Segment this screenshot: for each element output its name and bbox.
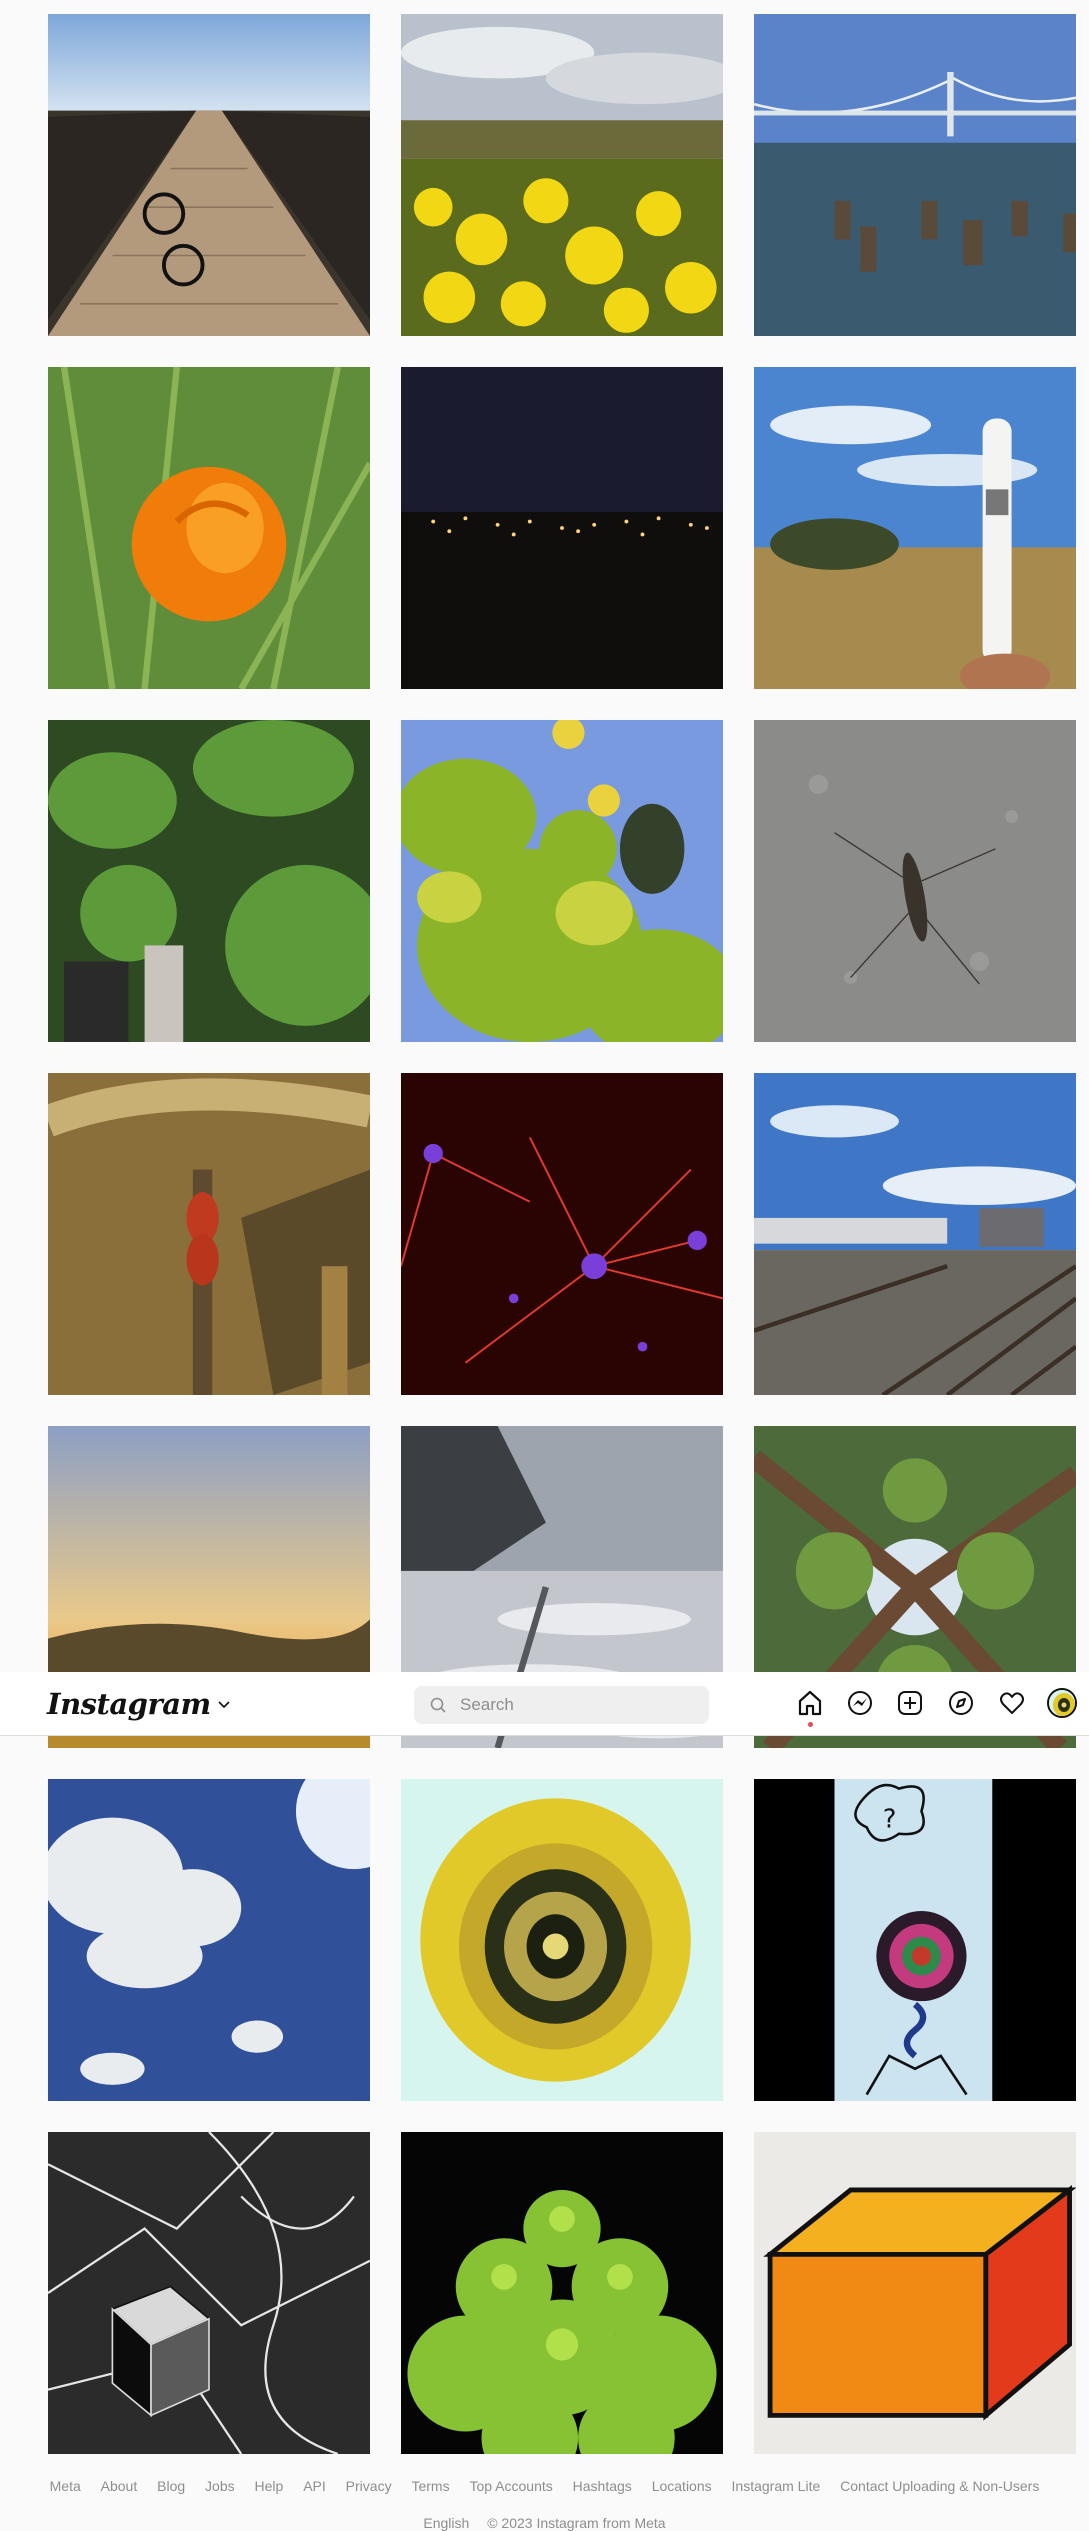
profile-avatar[interactable] — [1047, 1688, 1077, 1718]
activity-heart-icon — [1000, 1692, 1024, 1714]
footer-link-about[interactable]: About — [101, 2478, 138, 2494]
footer-link-meta[interactable]: Meta — [50, 2478, 81, 2494]
nav-activity-button[interactable] — [997, 1688, 1027, 1718]
post-thumbnail-orange-cube[interactable] — [754, 2132, 1076, 2454]
post-thumbnail-train-tracks[interactable] — [754, 1073, 1076, 1395]
top-navigation-bar: Instagram — [0, 1672, 1089, 1736]
post-thumbnail-boardwalk[interactable] — [48, 14, 370, 336]
footer-link-contact-uploading[interactable]: Contact Uploading & Non-Users — [840, 2478, 1039, 2494]
explore-icon — [949, 1691, 973, 1715]
chevron-down-icon[interactable] — [217, 1697, 231, 1711]
nav-home-button[interactable] — [795, 1688, 825, 1727]
search-input[interactable] — [458, 1694, 702, 1716]
post-thumbnail-clouds-sun[interactable] — [48, 1779, 370, 2101]
post-thumbnail-spiral-drawing[interactable]: ? — [754, 1779, 1076, 2101]
search-icon — [430, 1697, 446, 1713]
post-thumbnail-bay-bridge[interactable] — [754, 14, 1076, 336]
footer-links: Meta About Blog Jobs Help API Privacy Te… — [0, 2478, 1089, 2494]
logo-wordmark[interactable]: Instagram — [47, 1687, 211, 1721]
footer-link-api[interactable]: API — [303, 2478, 326, 2494]
post-thumbnail-romanesco[interactable] — [401, 2132, 723, 2454]
nav-messenger-button[interactable] — [845, 1688, 875, 1718]
messenger-icon — [848, 1691, 872, 1715]
post-thumbnail-garden-plants[interactable] — [48, 720, 370, 1042]
post-thumbnail-neurons[interactable] — [401, 1073, 723, 1395]
notification-dot — [808, 1722, 813, 1727]
footer-link-locations[interactable]: Locations — [652, 2478, 712, 2494]
post-thumbnail-city-lights[interactable] — [401, 367, 723, 689]
new-post-icon — [898, 1691, 922, 1715]
post-thumbnail-lemon-tree[interactable] — [401, 720, 723, 1042]
post-thumbnail-red-bugs[interactable] — [48, 1073, 370, 1395]
instagram-logo[interactable]: Instagram — [47, 1684, 231, 1724]
avatar-agate-icon — [1049, 1690, 1075, 1716]
footer-link-privacy[interactable]: Privacy — [346, 2478, 392, 2494]
footer-bottom: English © 2023 Instagram from Meta — [0, 2515, 1089, 2531]
post-thumbnail-poppy[interactable] — [48, 367, 370, 689]
post-thumbnail-vape-pen[interactable] — [754, 367, 1076, 689]
post-thumbnail-yellow-flowers[interactable] — [401, 14, 723, 336]
footer-link-blog[interactable]: Blog — [157, 2478, 185, 2494]
nav-explore-button[interactable] — [946, 1688, 976, 1718]
svg-text:?: ? — [883, 1804, 897, 1834]
copyright-text: © 2023 Instagram from Meta — [487, 2515, 666, 2531]
footer-link-top-accounts[interactable]: Top Accounts — [469, 2478, 552, 2494]
post-thumbnail-crane-fly[interactable] — [754, 720, 1076, 1042]
language-selector[interactable]: English — [423, 2515, 469, 2531]
home-icon — [798, 1690, 822, 1716]
footer-link-hashtags[interactable]: Hashtags — [573, 2478, 632, 2494]
footer-link-instagram-lite[interactable]: Instagram Lite — [732, 2478, 821, 2494]
footer-link-jobs[interactable]: Jobs — [205, 2478, 235, 2494]
footer-link-help[interactable]: Help — [255, 2478, 284, 2494]
post-thumbnail-ink-drawing[interactable] — [48, 2132, 370, 2454]
post-thumbnail-agate[interactable] — [401, 1779, 723, 2101]
search-box[interactable] — [414, 1686, 709, 1724]
footer-link-terms[interactable]: Terms — [411, 2478, 449, 2494]
nav-new-post-button[interactable] — [895, 1688, 925, 1718]
